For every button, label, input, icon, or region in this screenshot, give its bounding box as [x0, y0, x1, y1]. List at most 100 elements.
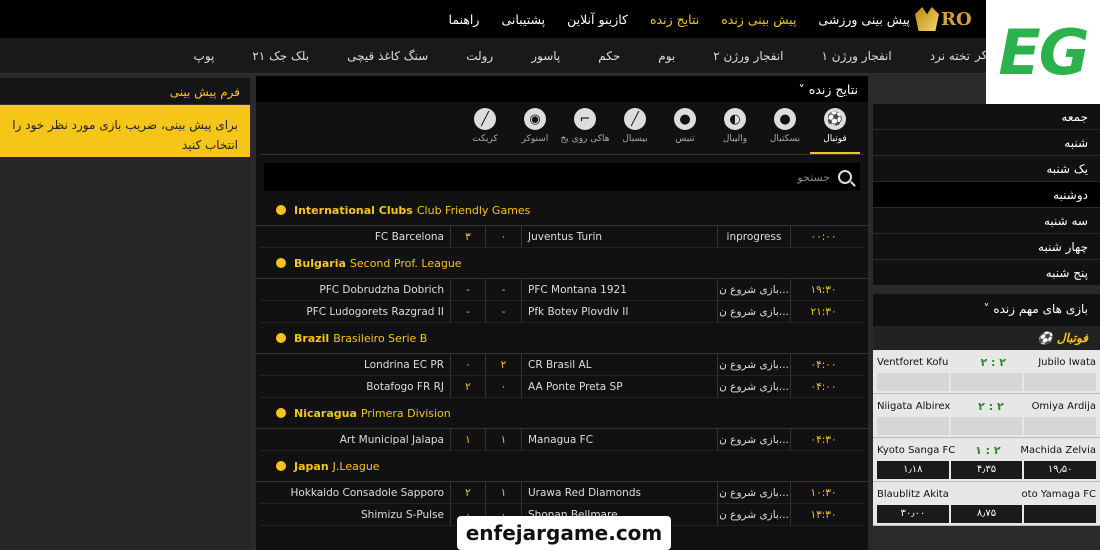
home-team: Ventforet Kofu — [877, 356, 949, 368]
game-nav-item[interactable]: انفجار ورژن ۲ — [713, 49, 783, 63]
important-match[interactable]: Blaublitz Akita oto Yamaga FC ۳۰٫۰۰ ۸٫۷۵ — [873, 482, 1100, 526]
match-time: ۱۰:۳۰ — [810, 486, 837, 499]
game-nav-item[interactable]: پوپ — [194, 49, 215, 63]
cricket-bat-icon: ╱ — [474, 108, 496, 130]
odds-button[interactable]: ۱۹٫۵۰ — [1024, 461, 1097, 479]
game-nav-item[interactable]: بوم — [658, 49, 675, 63]
search-input[interactable] — [272, 170, 831, 184]
day-item[interactable]: یک شنبه — [873, 156, 1100, 182]
game-nav-item[interactable]: رولت — [466, 49, 493, 63]
match-group: Londrina EC PR ۰ ۲ CR Brasil AL بازی شروع ن.… — [256, 353, 868, 398]
important-matches-title: ˅ بازی های مهم زنده — [873, 294, 1100, 326]
odds-button[interactable]: ۲٫۰۰ — [950, 417, 1023, 435]
top-nav-item[interactable]: پیش بینی ورزشی — [818, 12, 910, 27]
odds-button[interactable]: ۲٫۰۰ — [877, 417, 949, 435]
away-score: ۰ — [486, 225, 522, 248]
top-nav-item[interactable]: راهنما — [449, 12, 480, 27]
away-team: Juventus Turin — [528, 230, 603, 243]
game-nav-item[interactable]: بلک جک ۲۱ — [252, 49, 309, 63]
league-header[interactable]: Brazil Brasileiro Serie B — [256, 327, 868, 349]
game-nav-item[interactable]: حکم — [598, 49, 620, 63]
sport-tab[interactable]: ╱ بیسبال — [610, 104, 660, 154]
live-results-title: ˅ نتایج زنده — [256, 76, 868, 102]
sport-tab-label: کریکت — [472, 134, 498, 144]
match-teams: Kyoto Sanga FC ۱ : ۲ Machida Zelvia — [877, 442, 1096, 458]
day-item[interactable]: شنبه — [873, 130, 1100, 156]
league-country: Bulgaria — [294, 256, 346, 270]
day-item[interactable]: پنج شنبه — [873, 260, 1100, 286]
table-row[interactable]: Art Municipal Jalapa ۱ ۱ Managua FC بازی شرو… — [260, 428, 864, 451]
game-nav-item[interactable]: پاسور — [531, 49, 560, 63]
home-team: PFC Ludogorets Razgrad II — [306, 305, 444, 318]
league-country: Nicaragua — [294, 406, 357, 420]
top-bar: RO پیش بینی ورزشی پیش بینی زنده نتایج زنده… — [0, 0, 1100, 38]
odds-button[interactable]: ۲٫۰۰ — [950, 373, 1023, 391]
top-nav-item[interactable]: پشتیبانی — [501, 12, 545, 27]
important-matches: Ventforet Kofu ۲ : ۲ Jubilo Iwata ۲٫۰۰ ۲٫۰۰ ۲… — [873, 350, 1100, 526]
sport-tab[interactable]: ⌐ هاکی روی یخ — [560, 104, 610, 154]
league-header[interactable]: International Clubs Club Friendly Games — [256, 199, 868, 221]
odds-button[interactable]: ۳۰٫۰۰ — [877, 505, 949, 523]
basketball-icon: ● — [774, 108, 796, 130]
top-nav-item[interactable]: پیش بینی زنده — [721, 12, 796, 27]
game-nav-item[interactable]: تخته نرد — [930, 49, 970, 63]
divider — [260, 154, 864, 155]
table-row[interactable]: PFC Ludogorets Razgrad II - - Pfk Botev Plo… — [260, 300, 864, 323]
important-match[interactable]: Niigata Albirex ۲ : ۲ Omiya Ardija ۲٫۰۰ ۲٫۰۰… — [873, 394, 1100, 438]
match-group: Art Municipal Jalapa ۱ ۱ Managua FC بازی شرو… — [256, 428, 868, 451]
home-team: Niigata Albirex — [877, 400, 951, 412]
match-teams: Niigata Albirex ۲ : ۲ Omiya Ardija — [877, 398, 1096, 414]
match-time: ۰۰:۰۰ — [810, 230, 837, 243]
sport-tab-label: فوتبال — [823, 134, 847, 144]
important-match[interactable]: Kyoto Sanga FC ۱ : ۲ Machida Zelvia ۱٫۱۸ ۴٫۳… — [873, 438, 1100, 482]
table-row[interactable]: Hokkaido Consadole Sapporo ۲ ۱ Urawa Red Di… — [260, 481, 864, 504]
away-score: ۲ — [486, 353, 522, 376]
odds-button[interactable]: ۲٫۰۰ — [1024, 417, 1097, 435]
match-time: ۰۴:۳۰ — [810, 433, 837, 446]
soccer-ball-icon: ⚽ — [824, 108, 846, 130]
game-nav-item[interactable]: سنگ کاغذ قیچی — [347, 49, 428, 63]
league-name: J.League — [332, 459, 380, 473]
sport-tab[interactable]: ◐ والیبال — [710, 104, 760, 154]
sport-tab[interactable]: ● تنیس — [660, 104, 710, 154]
day-item[interactable]: جمعه — [873, 104, 1100, 130]
table-row[interactable]: Botafogo FR RJ ۲ ۰ AA Ponte Preta SP بازی شر… — [260, 375, 864, 398]
sport-tab[interactable]: ◉ اسنوکر — [510, 104, 560, 154]
match-score: ۲ : ۲ — [978, 399, 1004, 413]
league-header[interactable]: Nicaragua Primera Division — [256, 402, 868, 424]
day-item[interactable]: سه شنبه — [873, 208, 1100, 234]
search-icon[interactable] — [838, 170, 852, 184]
league-header[interactable]: Japan J.League — [256, 455, 868, 477]
away-team: Pfk Botev Plovdiv II — [528, 305, 629, 318]
sport-tab-label: هاکی روی یخ — [560, 134, 610, 144]
sport-tab-label: بسکتبال — [769, 134, 801, 144]
table-row[interactable]: PFC Dobrudzha Dobrich - - PFC Montana 1921 ب… — [260, 278, 864, 301]
top-nav-item[interactable]: کازینو آنلاین — [567, 12, 628, 27]
odds-button[interactable] — [1024, 505, 1097, 523]
odds-row: ۲٫۰۰ ۲٫۰۰ ۲٫۰۰ — [877, 417, 1097, 435]
odds-button[interactable]: ۱٫۱۸ — [877, 461, 949, 479]
match-status: بازی شروع ن... — [717, 375, 791, 398]
table-row[interactable]: Londrina EC PR ۰ ۲ CR Brasil AL بازی شروع ن.… — [260, 353, 864, 376]
sport-tab[interactable]: ● بسکتبال — [760, 104, 810, 154]
important-match[interactable]: Ventforet Kofu ۲ : ۲ Jubilo Iwata ۲٫۰۰ ۲٫۰۰ ۲… — [873, 350, 1100, 394]
home-score: ۲ — [450, 375, 486, 398]
sport-tab[interactable]: ╱ کریکت — [460, 104, 510, 154]
odds-button[interactable]: ۴٫۳۵ — [950, 461, 1023, 479]
match-score: ۱ : ۲ — [975, 443, 1001, 457]
match-time: ۱۳:۳۰ — [810, 508, 837, 521]
logo[interactable]: RO — [915, 0, 995, 38]
away-score: ۱ — [486, 481, 522, 504]
day-item[interactable]: چهار شنبه — [873, 234, 1100, 260]
important-sport-label: ⚽ فوتبال — [873, 326, 1100, 350]
odds-button[interactable]: ۲٫۰۰ — [877, 373, 949, 391]
league-header[interactable]: Bulgaria Second Prof. League — [256, 252, 868, 274]
sport-tab[interactable]: ⚽ فوتبال — [810, 104, 860, 154]
snooker-icon: ◉ — [524, 108, 546, 130]
table-row[interactable]: FC Barcelona ۳ ۰ Juventus Turin inprogress ۰۰… — [260, 225, 864, 248]
top-nav-item[interactable]: نتایج زنده — [650, 12, 699, 27]
game-nav-item[interactable]: انفجار ورژن ۱ — [822, 49, 892, 63]
day-item[interactable]: دوشنبه — [873, 182, 1100, 208]
odds-button[interactable]: ۲٫۰۰ — [1024, 373, 1097, 391]
odds-button[interactable]: ۸٫۷۵ — [950, 505, 1023, 523]
